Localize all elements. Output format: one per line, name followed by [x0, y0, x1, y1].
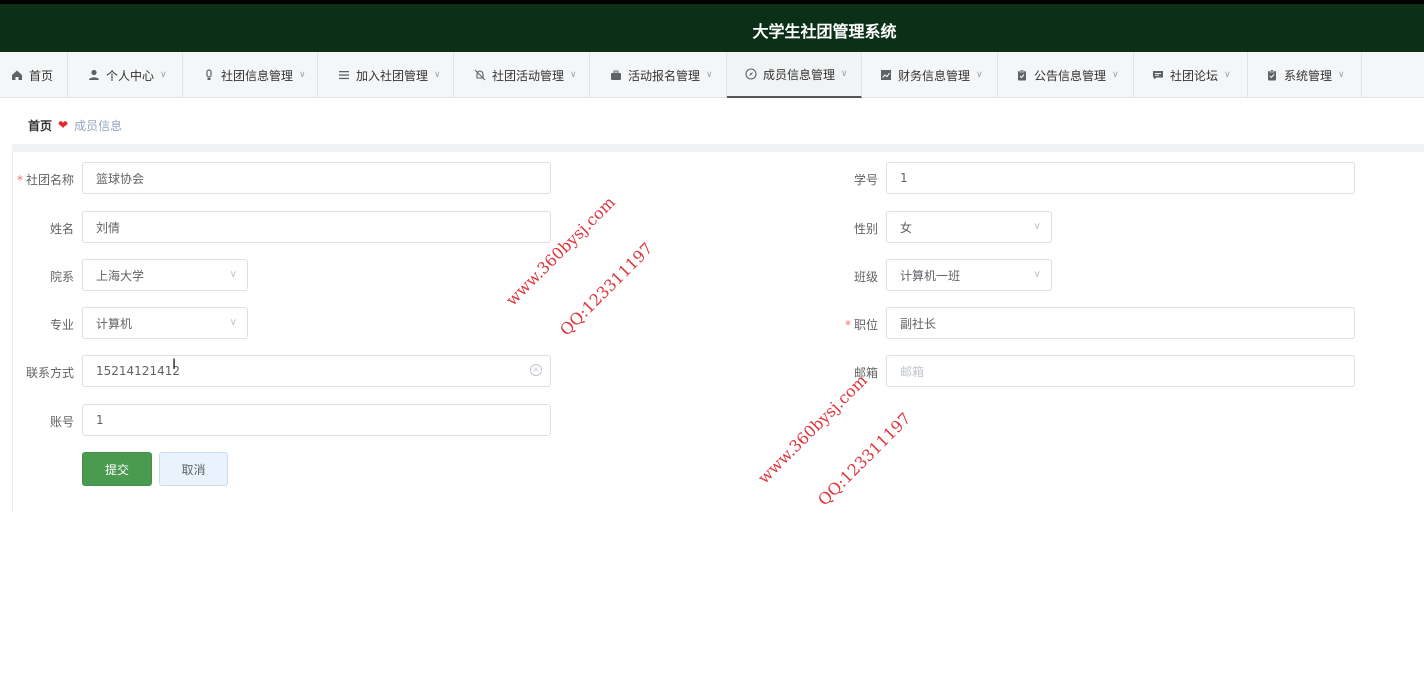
- contact-input[interactable]: 15214121412 ×: [82, 355, 551, 387]
- department-select[interactable]: 上海大学 ∨: [82, 259, 248, 291]
- class-select[interactable]: 计算机一班 ∨: [886, 259, 1052, 291]
- compass-icon: [745, 68, 757, 80]
- checklist-icon: [1268, 69, 1276, 81]
- clipboard-icon: [1018, 69, 1026, 81]
- nav-item-personal-center[interactable]: 个人中心 ∨: [68, 52, 183, 98]
- class-label: 班级: [853, 270, 878, 284]
- name-label: 姓名: [49, 222, 74, 236]
- gender-select[interactable]: 女 ∨: [886, 211, 1052, 243]
- nav-item-activity-signup[interactable]: 活动报名管理 ∨: [590, 52, 727, 98]
- nav-item-join-club[interactable]: 加入社团管理 ∨: [318, 52, 454, 98]
- chat-icon: [1153, 71, 1163, 80]
- required-mark: *: [16, 173, 23, 187]
- chevron-down-icon: ∨: [841, 69, 848, 79]
- chevron-down-icon: ∨: [1224, 70, 1231, 80]
- chevron-down-icon: ∨: [1338, 70, 1345, 80]
- chevron-down-icon: ∨: [1033, 221, 1041, 232]
- nav-item-member-info[interactable]: 成员信息管理 ∨: [727, 52, 862, 98]
- chevron-down-icon: ∨: [229, 317, 237, 328]
- club-name-input[interactable]: 篮球协会: [82, 162, 551, 194]
- email-label: 邮箱: [853, 366, 878, 380]
- nav-label: 首页: [29, 68, 54, 83]
- lightbulb-icon: [206, 69, 212, 80]
- nav-item-finance[interactable]: 财务信息管理 ∨: [862, 52, 998, 98]
- cancel-button[interactable]: 取消: [159, 452, 228, 486]
- breadcrumb: 首页 ❤ 成员信息: [12, 106, 1424, 144]
- nav-label: 系统管理: [1284, 68, 1333, 83]
- name-input[interactable]: 刘倩: [82, 211, 551, 243]
- chart-icon: [881, 70, 891, 80]
- chevron-down-icon: ∨: [1112, 70, 1119, 80]
- gender-label: 性别: [853, 222, 878, 236]
- nav-item-club-info[interactable]: 社团信息管理 ∨: [183, 52, 318, 98]
- account-label: 账号: [49, 415, 74, 429]
- major-label: 专业: [49, 318, 74, 332]
- nav-label: 社团活动管理: [492, 68, 565, 83]
- account-input[interactable]: 1: [82, 404, 551, 436]
- chevron-down-icon: ∨: [160, 70, 167, 80]
- main-nav: 首页 个人中心 ∨ 社团信息管理 ∨ 加入社团管理 ∨ 社团活动管理 ∨ 活动报名管理 ∨…: [0, 52, 1424, 98]
- nav-label: 加入社团管理: [356, 68, 429, 83]
- club-name-label: * 社团名称: [16, 173, 74, 187]
- nav-label: 个人中心: [106, 68, 155, 83]
- nav-label: 社团论坛: [1170, 68, 1219, 83]
- nav-item-home[interactable]: 首页: [0, 52, 68, 98]
- nav-label: 活动报名管理: [628, 68, 701, 83]
- nav-item-club-activity[interactable]: 社团活动管理 ∨: [454, 52, 590, 98]
- breadcrumb-home[interactable]: 首页: [28, 117, 52, 134]
- separator-band: [12, 144, 1424, 152]
- app-title: 大学生社团管理系统: [752, 22, 897, 41]
- nav-item-notice[interactable]: 公告信息管理 ∨: [998, 52, 1134, 98]
- student-id-label: 学号: [853, 173, 878, 187]
- chevron-down-icon: ∨: [570, 70, 577, 80]
- nav-item-system[interactable]: 系统管理 ∨: [1248, 52, 1362, 98]
- student-id-input[interactable]: 1: [886, 162, 1355, 194]
- chevron-down-icon: ∨: [434, 70, 441, 80]
- list-icon: [339, 71, 349, 80]
- chevron-down-icon: ∨: [229, 269, 237, 280]
- briefcase-icon: [611, 70, 621, 80]
- major-select[interactable]: 计算机 ∨: [82, 307, 248, 339]
- chevron-down-icon: ∨: [976, 70, 983, 80]
- home-icon: [12, 70, 22, 80]
- chevron-down-icon: ∨: [1033, 269, 1041, 280]
- top-header: 大学生社团管理系统: [0, 0, 1424, 52]
- nav-item-forum[interactable]: 社团论坛 ∨: [1134, 52, 1248, 98]
- nav-label: 财务信息管理: [898, 68, 971, 83]
- email-input[interactable]: 邮箱: [886, 355, 1355, 387]
- submit-button[interactable]: 提交: [82, 452, 152, 486]
- bell-off-icon: [474, 69, 486, 81]
- department-label: 院系: [49, 270, 74, 284]
- chevron-down-icon: ∨: [706, 70, 713, 80]
- chevron-down-icon: ∨: [299, 70, 306, 80]
- contact-label: 联系方式: [25, 366, 74, 380]
- nav-label: 公告信息管理: [1034, 68, 1107, 83]
- clear-icon[interactable]: ×: [530, 364, 542, 376]
- user-icon: [89, 69, 99, 80]
- position-input[interactable]: 副社长: [886, 307, 1355, 339]
- breadcrumb-current: 成员信息: [74, 118, 123, 133]
- position-label: * 职位: [844, 318, 878, 332]
- heart-icon: ❤: [58, 118, 69, 132]
- nav-label: 社团信息管理: [221, 68, 294, 83]
- nav-label: 成员信息管理: [763, 67, 836, 82]
- required-mark: *: [844, 318, 851, 332]
- text-cursor-icon: I: [172, 357, 177, 373]
